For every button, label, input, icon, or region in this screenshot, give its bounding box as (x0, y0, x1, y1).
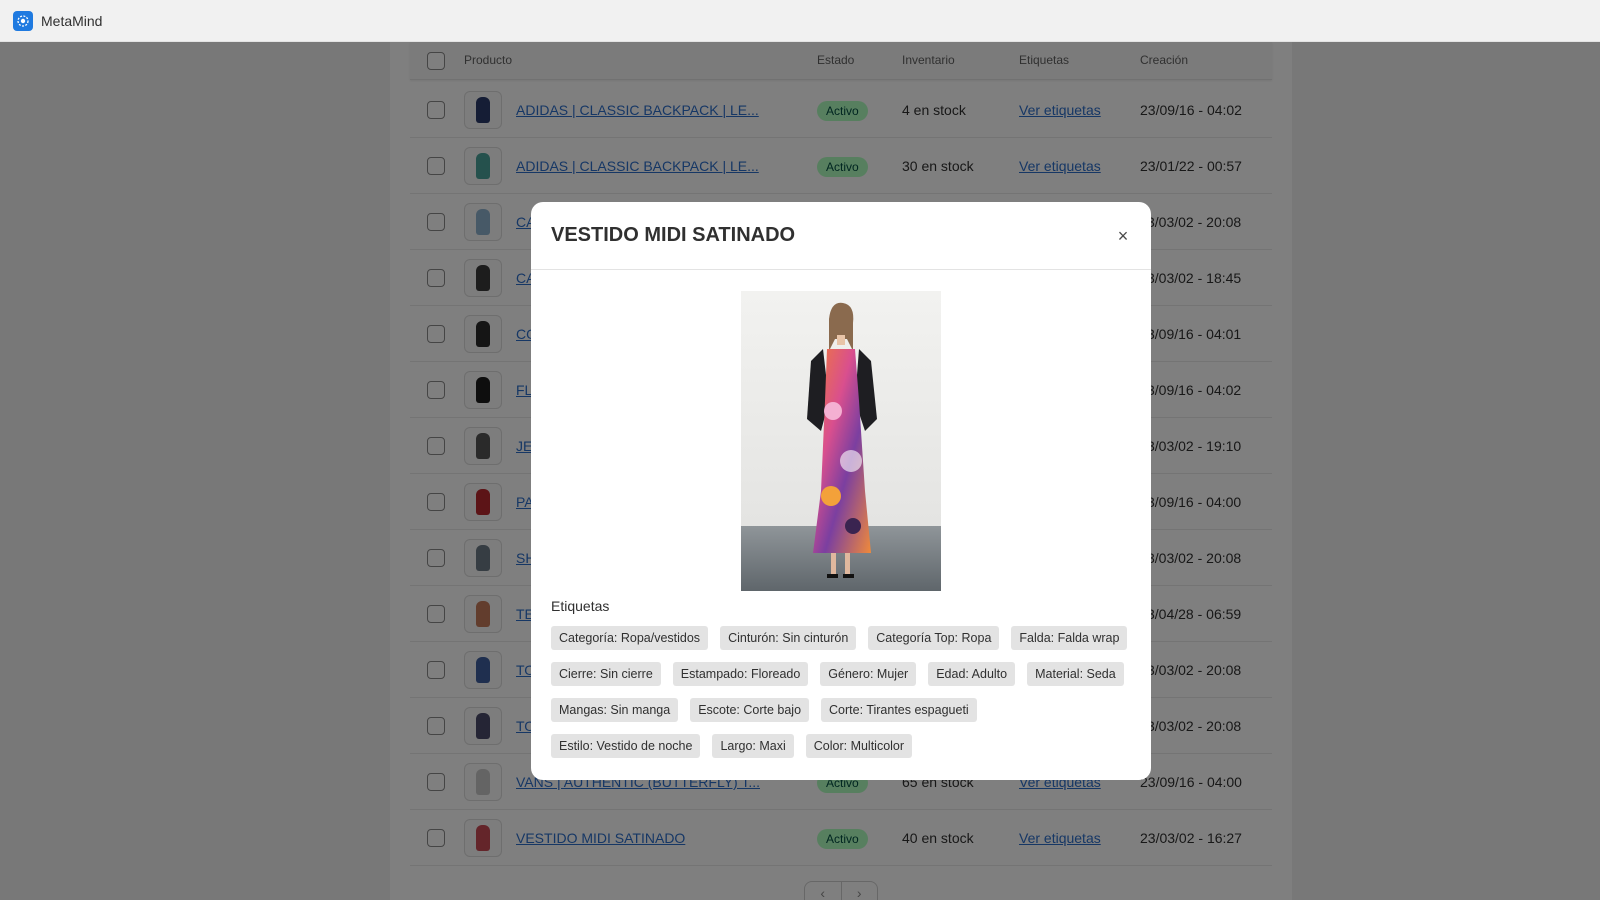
metamind-logo-icon (13, 10, 33, 31)
tag-chip: Color: Multicolor (805, 734, 913, 758)
modal-title: VESTIDO MIDI SATINADO (551, 224, 796, 246)
tag-chip: Corte: Tirantes espagueti (821, 698, 977, 722)
modal-header: VESTIDO MIDI SATINADO × (531, 202, 1151, 270)
tag-chip: Estilo: Vestido de noche (551, 734, 701, 758)
tag-chip: Categoría: Ropa/vestidos (551, 626, 709, 650)
tag-chip: Mangas: Sin manga (551, 698, 679, 722)
top-bar: MetaMind (0, 0, 1600, 42)
tag-chip: Largo: Maxi (712, 734, 794, 758)
tag-chip: Estampado: Floreado (672, 662, 809, 686)
close-icon[interactable]: × (1113, 226, 1133, 246)
tag-chip: Cierre: Sin cierre (551, 662, 661, 686)
tag-chip: Escote: Corte bajo (690, 698, 810, 722)
tag-chip: Categoría Top: Ropa (868, 626, 1000, 650)
tag-chip: Material: Seda (1027, 662, 1124, 686)
tags-heading: Etiquetas (551, 598, 610, 614)
tag-chip: Género: Mujer (820, 662, 917, 686)
tag-chip: Edad: Adulto (928, 662, 1016, 686)
tag-chip: Cinturón: Sin cinturón (720, 626, 857, 650)
tag-list: Categoría: Ropa/vestidos Cinturón: Sin ci… (551, 626, 1141, 770)
app-title: MetaMind (41, 12, 103, 29)
product-tags-modal: VESTIDO MIDI SATINADO × Etiquetas Catego… (531, 202, 1151, 780)
tag-chip: Falda: Falda wrap (1011, 626, 1128, 650)
product-image (741, 291, 941, 591)
